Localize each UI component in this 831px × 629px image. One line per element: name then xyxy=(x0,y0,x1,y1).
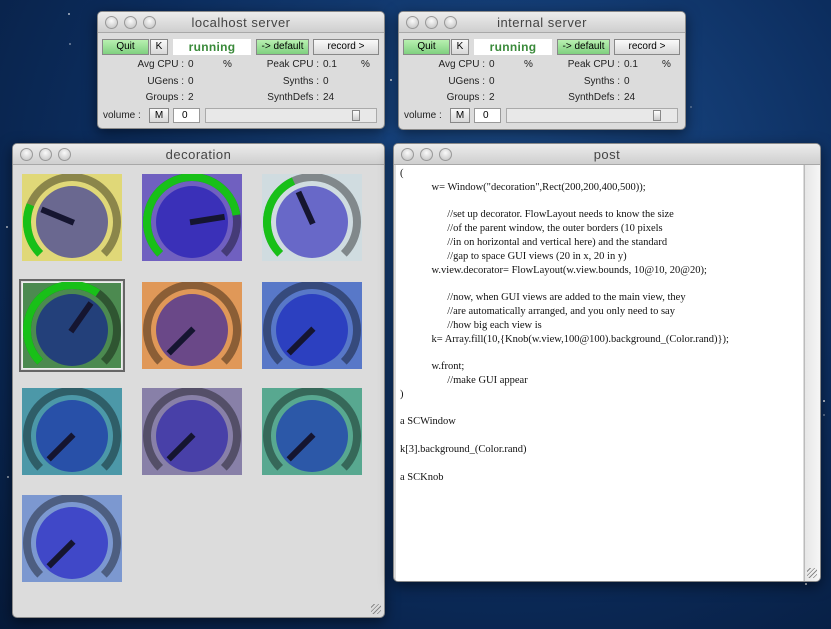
star xyxy=(5,226,8,229)
close-button[interactable] xyxy=(401,148,414,161)
groups-label: Groups : xyxy=(446,92,485,103)
avg-cpu-value: 0 xyxy=(188,59,194,70)
avg-cpu-label: Avg CPU : xyxy=(137,59,185,70)
post-window: post ( w= Window("decoration",Rect(200,2… xyxy=(393,143,821,582)
volume-slider[interactable] xyxy=(506,108,678,123)
star xyxy=(804,582,807,585)
avg-cpu-unit: % xyxy=(223,59,232,70)
peak-cpu-value: 0.1 xyxy=(323,59,337,70)
knob[interactable] xyxy=(142,173,242,261)
zoom-button[interactable] xyxy=(444,16,457,29)
peak-cpu-unit: % xyxy=(662,59,671,70)
default-button[interactable]: -> default xyxy=(557,39,610,55)
synths-label: Synths : xyxy=(583,76,620,87)
kill-button[interactable]: K xyxy=(451,39,469,55)
knob[interactable] xyxy=(22,173,122,261)
avg-cpu-label: Avg CPU : xyxy=(438,59,486,70)
minimize-button[interactable] xyxy=(425,16,438,29)
star xyxy=(68,43,71,45)
ugens-value: 0 xyxy=(188,76,194,87)
star xyxy=(690,106,693,109)
star xyxy=(389,78,392,81)
title-bar[interactable]: internal server xyxy=(399,12,685,33)
star xyxy=(823,414,826,417)
zoom-button[interactable] xyxy=(439,148,452,161)
zoom-button[interactable] xyxy=(143,16,156,29)
window-title: internal server xyxy=(497,15,587,30)
volume-field[interactable]: 0 xyxy=(173,108,200,123)
default-button[interactable]: -> default xyxy=(256,39,309,55)
decoration-window: decoration xyxy=(12,143,385,618)
knob[interactable] xyxy=(142,387,242,475)
window-title: post xyxy=(593,147,621,162)
window-title: decoration xyxy=(165,147,232,162)
minimize-button[interactable] xyxy=(39,148,52,161)
knob[interactable] xyxy=(262,173,362,261)
title-bar[interactable]: localhost server xyxy=(98,12,384,33)
volume-slider[interactable] xyxy=(205,108,377,123)
peak-cpu-label: Peak CPU : xyxy=(567,59,620,70)
server-status: running xyxy=(474,39,552,55)
volume-label: volume : xyxy=(103,110,141,121)
resize-grip[interactable] xyxy=(371,604,381,614)
mute-button[interactable]: M xyxy=(149,108,169,123)
window-title: localhost server xyxy=(191,15,291,30)
star xyxy=(67,13,70,16)
volume-field[interactable]: 0 xyxy=(474,108,501,123)
groups-label: Groups : xyxy=(145,92,184,103)
volume-slider-thumb[interactable] xyxy=(351,110,360,121)
zoom-button[interactable] xyxy=(58,148,71,161)
star xyxy=(822,399,825,402)
peak-cpu-label: Peak CPU : xyxy=(266,59,319,70)
quit-button[interactable]: Quit xyxy=(403,39,450,55)
quit-button[interactable]: Quit xyxy=(102,39,149,55)
synthdefs-label: SynthDefs : xyxy=(267,92,319,103)
mute-button[interactable]: M xyxy=(450,108,470,123)
ugens-label: UGens : xyxy=(147,76,184,87)
knob[interactable] xyxy=(22,494,122,582)
ugens-value: 0 xyxy=(489,76,495,87)
close-button[interactable] xyxy=(105,16,118,29)
title-bar[interactable]: decoration xyxy=(13,144,384,165)
server-status: running xyxy=(173,39,251,55)
minimize-button[interactable] xyxy=(420,148,433,161)
peak-cpu-value: 0.1 xyxy=(624,59,638,70)
knob[interactable] xyxy=(262,387,362,475)
resize-grip[interactable] xyxy=(807,568,817,578)
avg-cpu-unit: % xyxy=(524,59,533,70)
groups-value: 2 xyxy=(489,92,495,103)
volume-label: volume : xyxy=(404,110,442,121)
synthdefs-value: 24 xyxy=(624,92,636,103)
knob[interactable] xyxy=(262,281,362,369)
minimize-button[interactable] xyxy=(124,16,137,29)
title-bar[interactable]: post xyxy=(394,144,820,165)
internal-server-window: internal server Quit K running -> defaul… xyxy=(398,11,686,130)
knob[interactable] xyxy=(142,281,242,369)
close-button[interactable] xyxy=(20,148,33,161)
groups-value: 2 xyxy=(188,92,194,103)
synthdefs-value: 24 xyxy=(323,92,335,103)
localhost-server-window: localhost server Quit K running -> defau… xyxy=(97,11,385,129)
post-text-area[interactable]: ( w= Window("decoration",Rect(200,200,40… xyxy=(396,165,803,581)
record-button[interactable]: record > xyxy=(614,39,680,55)
close-button[interactable] xyxy=(406,16,419,29)
volume-slider-thumb[interactable] xyxy=(652,110,661,121)
synths-value: 0 xyxy=(323,76,329,87)
knob[interactable] xyxy=(22,387,122,475)
knob[interactable] xyxy=(19,279,125,372)
record-button[interactable]: record > xyxy=(313,39,379,55)
peak-cpu-unit: % xyxy=(361,59,370,70)
star xyxy=(7,475,10,478)
synths-label: Synths : xyxy=(282,76,319,87)
vertical-scrollbar[interactable] xyxy=(804,165,820,581)
synthdefs-label: SynthDefs : xyxy=(568,92,620,103)
avg-cpu-value: 0 xyxy=(489,59,495,70)
kill-button[interactable]: K xyxy=(150,39,168,55)
synths-value: 0 xyxy=(624,76,630,87)
ugens-label: UGens : xyxy=(448,76,485,87)
